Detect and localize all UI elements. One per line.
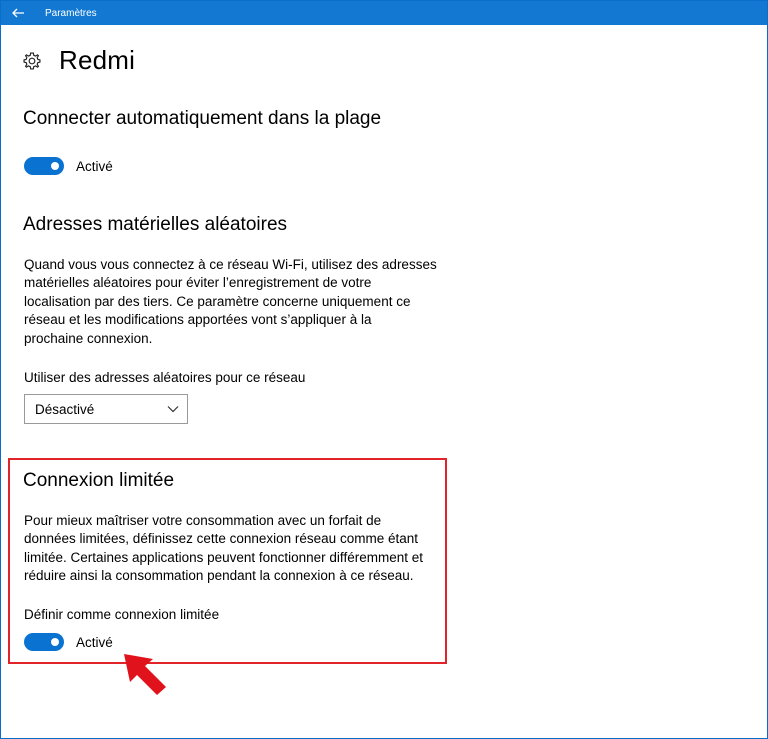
description-line: Quand vous vous connectez à ce réseau Wi…	[24, 257, 437, 272]
gear-icon	[23, 52, 41, 69]
page-title: Redmi	[59, 45, 136, 75]
window-title: Paramètres	[45, 7, 97, 19]
description-line: localisation par des tiers. Ce paramètre…	[24, 293, 411, 309]
description-line: réseau et les modifications apportées vo…	[24, 312, 372, 328]
random-addresses-dropdown[interactable]: Désactivé	[24, 394, 188, 424]
back-arrow-icon	[11, 8, 24, 18]
random-addresses-heading: Adresses matérielles aléatoires	[23, 214, 288, 235]
random-addresses-description: Quand vous vous connectez à ce réseau Wi…	[24, 256, 437, 348]
metered-toggle-row: Activé	[24, 633, 113, 651]
description-line: matérielles aléatoires pour éviter l’enr…	[24, 275, 372, 291]
random-addresses-select-label: Utiliser des adresses aléatoires pour ce…	[24, 370, 306, 385]
dropdown-value: Désactivé	[35, 401, 95, 417]
auto-connect-heading: Connecter automatiquement dans la plage	[23, 108, 382, 129]
description-line: réduire ainsi la consommation pendant la…	[24, 568, 414, 584]
page-header: Redmi	[22, 45, 135, 76]
toggle-knob	[51, 638, 59, 646]
auto-connect-toggle-row: Activé	[24, 157, 113, 175]
description-line: données limitées, définissez cette conne…	[24, 531, 418, 547]
settings-window: Paramètres Redmi Connecter automatiqueme…	[0, 0, 768, 739]
metered-description: Pour mieux maîtriser votre consommation …	[24, 512, 423, 586]
title-bar: Paramètres	[1, 1, 767, 25]
auto-connect-toggle[interactable]	[24, 157, 64, 175]
description-line: prochaine connexion.	[24, 330, 153, 346]
metered-toggle-state: Activé	[76, 634, 113, 650]
auto-connect-toggle-state: Activé	[76, 158, 113, 174]
metered-toggle-label: Définir comme connexion limitée	[24, 607, 220, 622]
description-line: Pour mieux maîtriser votre consommation …	[24, 513, 382, 528]
red-pointer-arrow-icon	[124, 654, 166, 695]
metered-heading: Connexion limitée	[23, 470, 175, 491]
back-button[interactable]	[1, 1, 35, 25]
description-line: limitée. Certaines applications peuvent …	[24, 549, 423, 565]
metered-toggle[interactable]	[24, 633, 64, 651]
toggle-knob	[51, 162, 59, 170]
chevron-down-icon	[167, 406, 179, 413]
